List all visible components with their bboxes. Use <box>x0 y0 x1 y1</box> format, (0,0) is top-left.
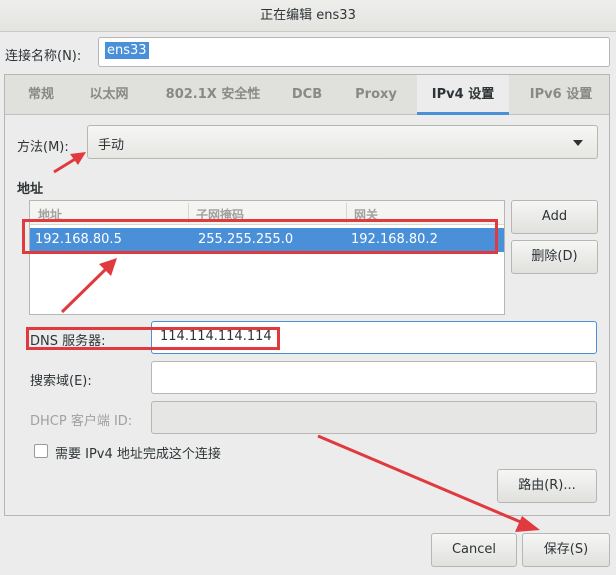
cancel-button[interactable]: Cancel <box>431 533 517 567</box>
save-button[interactable]: 保存(S) <box>522 533 610 567</box>
dhcp-client-id-label: DHCP 客户端 ID: <box>30 414 133 429</box>
connection-name-value: ens33 <box>105 42 149 59</box>
routes-button[interactable]: 路由(R)... <box>497 469 597 503</box>
tab-bar: 常规 以太网 802.1X 安全性 DCB Proxy IPv4 设置 IPv6… <box>5 75 609 115</box>
delete-address-button[interactable]: 删除(D) <box>511 240 598 274</box>
window-title: 正在编辑 ens33 <box>260 8 356 23</box>
addresses-section-title: 地址 <box>17 182 44 197</box>
dhcp-client-id-input <box>151 401 597 434</box>
method-value: 手动 <box>98 138 125 153</box>
tab-general[interactable]: 常规 <box>13 75 69 115</box>
connection-name-input[interactable]: ens33 <box>98 37 610 67</box>
method-dropdown[interactable]: 手动 <box>87 125 598 159</box>
tab-ipv6-settings[interactable]: IPv6 设置 <box>515 75 607 115</box>
tab-proxy[interactable]: Proxy <box>343 75 409 115</box>
search-domains-label: 搜索域(E): <box>30 374 92 389</box>
connection-name-label: 连接名称(N): <box>5 49 82 64</box>
search-domains-input[interactable] <box>151 361 597 394</box>
address-table: 地址 子网掩码 网关 192.168.80.5 255.255.255.0 19… <box>29 200 505 315</box>
annotation-box-dns <box>26 327 280 350</box>
add-address-button[interactable]: Add <box>511 200 598 234</box>
annotation-box-address-row <box>22 219 498 254</box>
require-ipv4-label[interactable]: 需要 IPv4 地址完成这个连接 <box>55 443 221 462</box>
tab-ethernet[interactable]: 以太网 <box>77 75 141 115</box>
require-ipv4-checkbox[interactable] <box>34 444 48 458</box>
tab-ipv4-settings[interactable]: IPv4 设置 <box>417 75 509 115</box>
window-titlebar: 正在编辑 ens33 <box>0 0 616 32</box>
tab-dcb[interactable]: DCB <box>281 75 333 115</box>
tab-8021x-security[interactable]: 802.1X 安全性 <box>151 75 275 115</box>
arrow-head-icon <box>515 516 540 532</box>
method-label: 方法(M): <box>17 140 69 155</box>
chevron-down-icon <box>573 140 583 146</box>
